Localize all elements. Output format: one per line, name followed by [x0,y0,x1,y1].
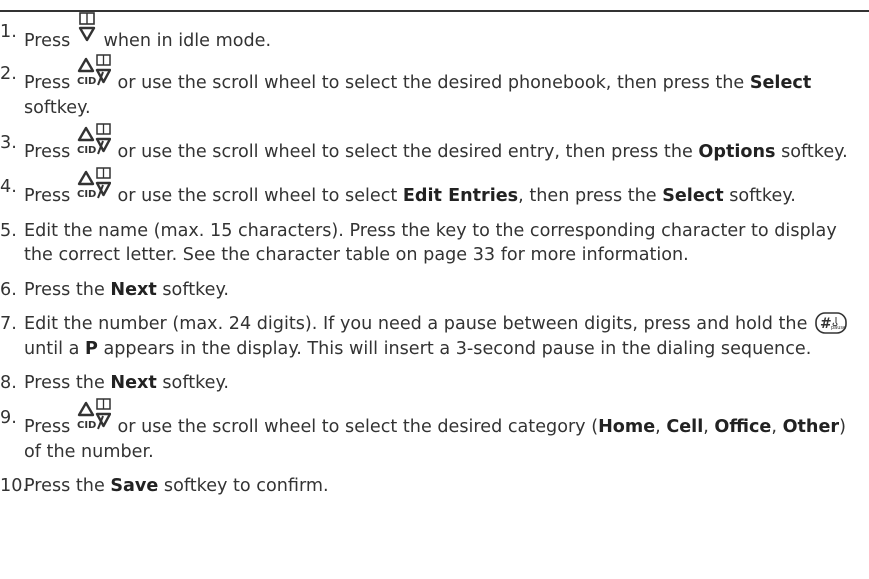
step-5: 5. Edit the name (max. 15 characters). P… [0,220,837,266]
step-4: 4. Press CID or use the scroll wheel to … [0,166,865,209]
step-number: 6. [0,279,17,300]
step-2: 2. Press CID or use the scroll wheel to … [0,54,865,121]
cid-up-phonebook-down-key-icon: CID [77,54,111,87]
svg-text:CID: CID [77,76,96,87]
pause-key-icon: # pause [815,312,847,334]
step-6: 6. Press the Next softkey. [0,278,865,303]
step-number: 1. [0,22,17,42]
step-number: 10. [0,476,28,496]
svg-text:CID: CID [77,189,96,200]
step-10: 10. Press the Save softkey to confirm. [0,474,865,499]
cid-up-phonebook-down-key-icon: CID [77,397,111,431]
svg-text:CID: CID [77,420,96,431]
cid-up-phonebook-down-key-icon: CID [77,122,111,156]
step-number: 7. [0,314,17,334]
step-number: 4. [0,176,17,197]
step-9: 9. Press CID or use the scroll wheel to … [0,397,865,465]
svg-text:CID: CID [77,145,96,156]
section-heading-rule [0,0,869,12]
step-8: 8. Press the Next softkey. [0,371,865,396]
step-3: 3. Press CID or use the scroll wheel to … [0,122,865,165]
step-7: 7. Edit the number (max. 24 digits). If … [0,312,847,359]
cid-up-phonebook-down-key-icon: CID [77,166,111,200]
step-number: 5. [0,220,17,241]
phonebook-down-key-icon [78,12,96,42]
svg-text:pause: pause [831,325,846,331]
step-number: 8. [0,373,17,393]
step-number: 3. [0,132,17,153]
step-number: 9. [0,407,17,428]
step-1: 1. Press when in idle mode. [0,12,865,54]
svg-text:#: # [820,316,832,332]
step-number: 2. [0,64,17,84]
instruction-list: 1. Press when in idle mode. 2. Press CID… [0,12,865,509]
